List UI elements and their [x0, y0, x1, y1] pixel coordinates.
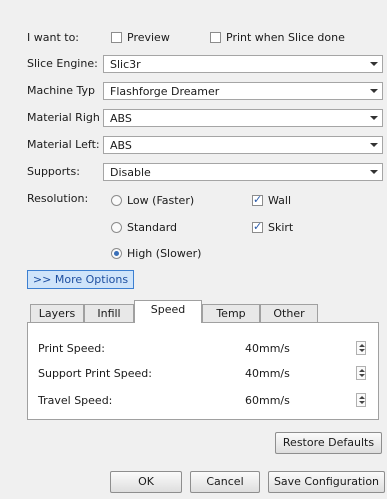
skirt-checkbox[interactable] — [252, 220, 263, 233]
material-left-value: ABS — [110, 139, 132, 152]
cancel-button[interactable]: Cancel — [190, 471, 260, 493]
resolution-low-label[interactable]: Low (Faster) — [127, 194, 194, 207]
chevron-down-icon — [370, 89, 378, 93]
tab-other[interactable]: Other — [260, 304, 318, 322]
ok-button[interactable]: OK — [110, 471, 182, 493]
slice-engine-label: Slice Engine: — [27, 57, 98, 70]
resolution-high-label[interactable]: High (Slower) — [127, 247, 201, 260]
support-print-speed-label: Support Print Speed: — [38, 367, 152, 380]
print-when-done-checkbox[interactable] — [210, 32, 221, 43]
skirt-label[interactable]: Skirt — [268, 221, 293, 234]
resolution-low-radio[interactable] — [111, 195, 122, 206]
chevron-down-icon — [370, 143, 378, 147]
slice-engine-value: Slic3r — [110, 58, 141, 71]
want-to-label: I want to: — [27, 31, 80, 44]
resolution-standard-label[interactable]: Standard — [127, 221, 177, 234]
preview-label[interactable]: Preview — [127, 31, 170, 44]
tab-temp[interactable]: Temp — [202, 304, 260, 322]
supports-value: Disable — [110, 166, 151, 179]
machine-type-select[interactable]: Flashforge Dreamer — [103, 82, 383, 100]
support-print-speed-value[interactable]: 40mm/s — [245, 367, 290, 380]
print-speed-label: Print Speed: — [38, 342, 105, 355]
tab-layers[interactable]: Layers — [30, 304, 84, 322]
machine-type-label: Machine Typ — [27, 84, 96, 97]
support-print-speed-spinner[interactable] — [356, 366, 366, 380]
chevron-down-icon — [370, 62, 378, 66]
slice-engine-select[interactable]: Slic3r — [103, 55, 383, 73]
travel-speed-label: Travel Speed: — [38, 394, 113, 407]
machine-type-value: Flashforge Dreamer — [110, 85, 220, 98]
travel-speed-value[interactable]: 60mm/s — [245, 394, 290, 407]
tab-infill[interactable]: Infill — [84, 304, 134, 322]
travel-speed-spinner[interactable] — [356, 393, 366, 407]
supports-label: Supports: — [27, 165, 80, 178]
supports-select[interactable]: Disable — [103, 163, 383, 181]
restore-defaults-button[interactable]: Restore Defaults — [275, 432, 382, 454]
print-speed-value[interactable]: 40mm/s — [245, 342, 290, 355]
resolution-high-radio[interactable] — [111, 248, 122, 259]
wall-checkbox[interactable] — [252, 193, 263, 206]
preview-checkbox[interactable] — [111, 32, 122, 43]
print-speed-spinner[interactable] — [356, 341, 366, 355]
tab-speed[interactable]: Speed — [134, 300, 202, 323]
material-right-label: Material Righ — [27, 111, 100, 124]
chevron-down-icon — [370, 170, 378, 174]
more-options-button[interactable]: >> More Options — [27, 270, 134, 289]
save-configuration-button[interactable]: Save Configuration — [268, 471, 385, 493]
material-left-select[interactable]: ABS — [103, 136, 383, 154]
resolution-standard-radio[interactable] — [111, 222, 122, 233]
print-when-done-label[interactable]: Print when Slice done — [226, 31, 345, 44]
material-left-label: Material Left: — [27, 138, 100, 151]
wall-label[interactable]: Wall — [268, 194, 291, 207]
material-right-value: ABS — [110, 112, 132, 125]
material-right-select[interactable]: ABS — [103, 109, 383, 127]
chevron-down-icon — [370, 116, 378, 120]
resolution-label: Resolution: — [27, 192, 89, 205]
